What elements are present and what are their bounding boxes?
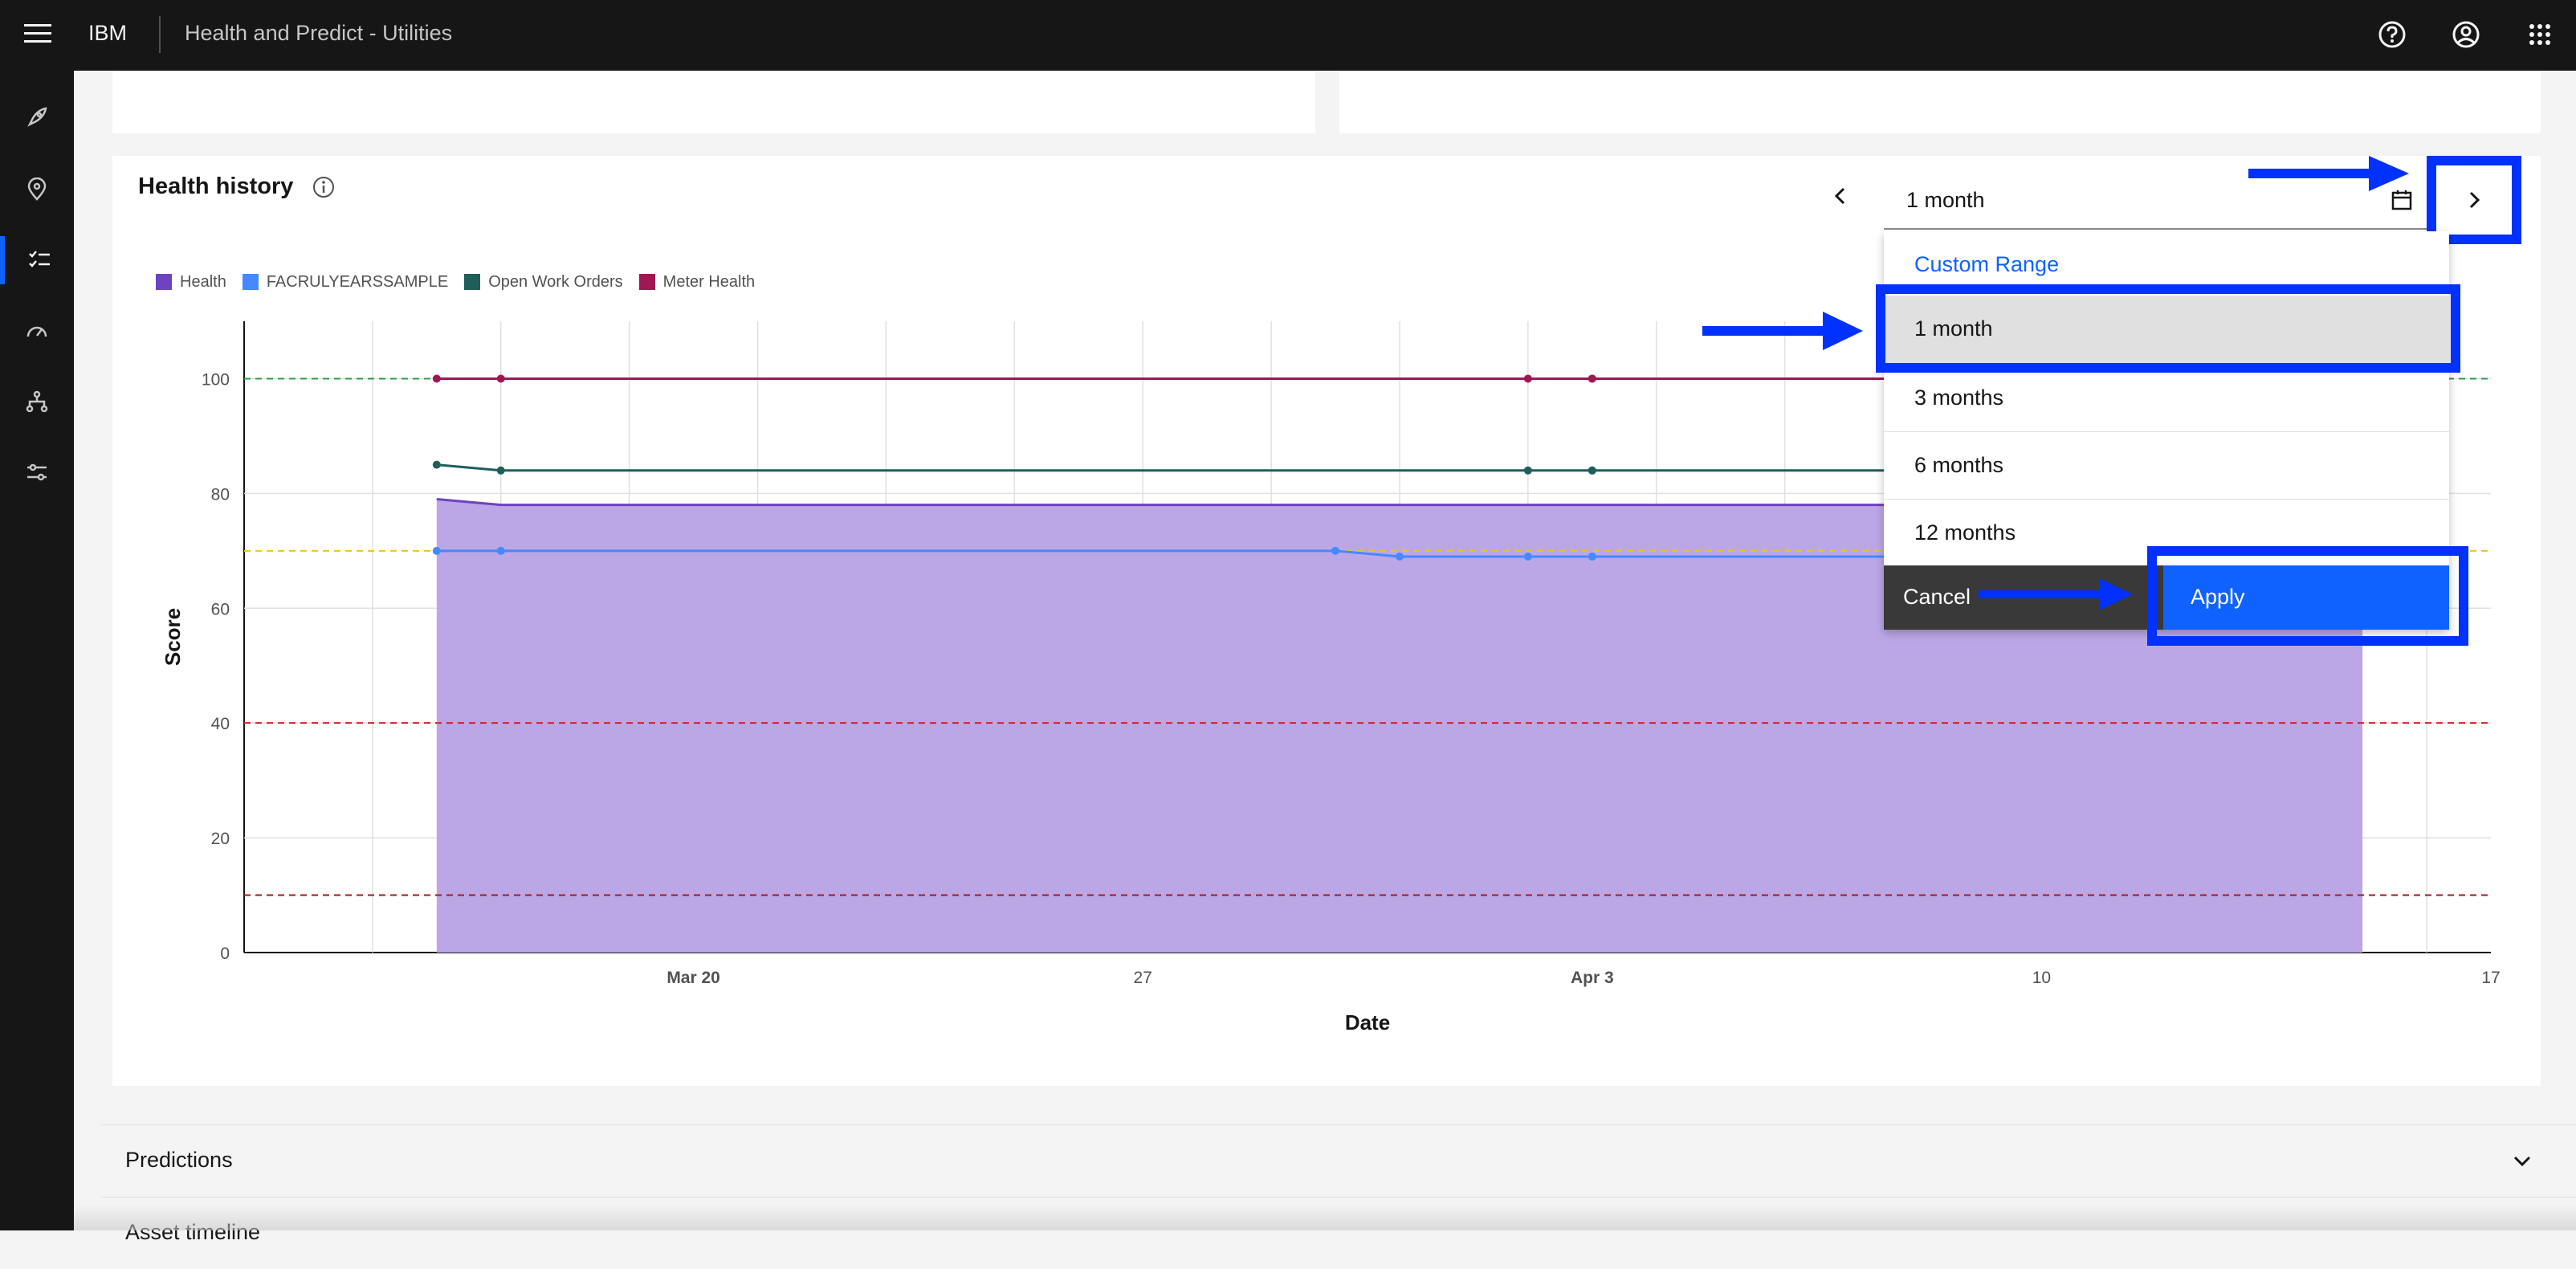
- y-tick-label: 0: [220, 945, 230, 963]
- option-6-months[interactable]: 6 months: [1884, 432, 2449, 500]
- chevron-left-icon: [1834, 187, 1845, 205]
- data-point: [1523, 374, 1532, 383]
- accordion-label: Predictions: [125, 1148, 233, 1172]
- y-axis-title: Score: [161, 608, 185, 666]
- predictions-accordion[interactable]: Predictions: [101, 1124, 2576, 1197]
- y-tick-label: 100: [202, 370, 230, 389]
- arrow-icon: [1702, 312, 1863, 350]
- time-range-value: 1 month: [1906, 188, 1985, 212]
- chevron-down-icon: [2513, 1156, 2531, 1167]
- arrow-icon: [2248, 156, 2409, 191]
- highlight-box: [1876, 284, 2460, 373]
- data-point: [432, 374, 441, 383]
- x-tick-label: 27: [1134, 969, 1152, 987]
- data-point: [496, 546, 505, 555]
- option-label: 3 months: [1914, 386, 2004, 410]
- x-tick-label: 10: [2032, 969, 2051, 987]
- data-point: [496, 374, 505, 383]
- option-label: 6 months: [1914, 453, 2004, 477]
- x-tick-label: Apr 3: [1571, 969, 1614, 987]
- data-point: [1523, 552, 1532, 561]
- cancel-label: Cancel: [1903, 585, 1971, 609]
- data-point: [1331, 546, 1340, 555]
- x-tick-label: Mar 20: [666, 969, 720, 987]
- data-point: [432, 460, 441, 469]
- data-point: [1395, 552, 1404, 561]
- custom-range-option[interactable]: Custom Range: [1914, 252, 2059, 277]
- data-point: [1588, 374, 1596, 383]
- chevron-right-icon: [2469, 191, 2480, 209]
- option-3-months[interactable]: 3 months: [1884, 365, 2449, 432]
- data-point: [432, 546, 441, 555]
- highlight-box: [2147, 546, 2468, 646]
- y-tick-label: 40: [211, 715, 230, 733]
- y-tick-label: 80: [211, 485, 230, 504]
- previous-period-button[interactable]: [1818, 173, 1863, 218]
- data-point: [1588, 552, 1596, 561]
- x-axis-title: Date: [1345, 1010, 1390, 1034]
- data-point: [1523, 466, 1532, 475]
- y-tick-label: 20: [211, 830, 230, 848]
- data-point: [1588, 466, 1596, 475]
- option-label: 12 months: [1914, 520, 2016, 545]
- arrow-icon: [1979, 578, 2133, 610]
- y-tick-label: 60: [211, 600, 230, 618]
- scroll-fade: [74, 1205, 2576, 1230]
- x-tick-label: 17: [2481, 969, 2500, 987]
- data-point: [496, 466, 505, 475]
